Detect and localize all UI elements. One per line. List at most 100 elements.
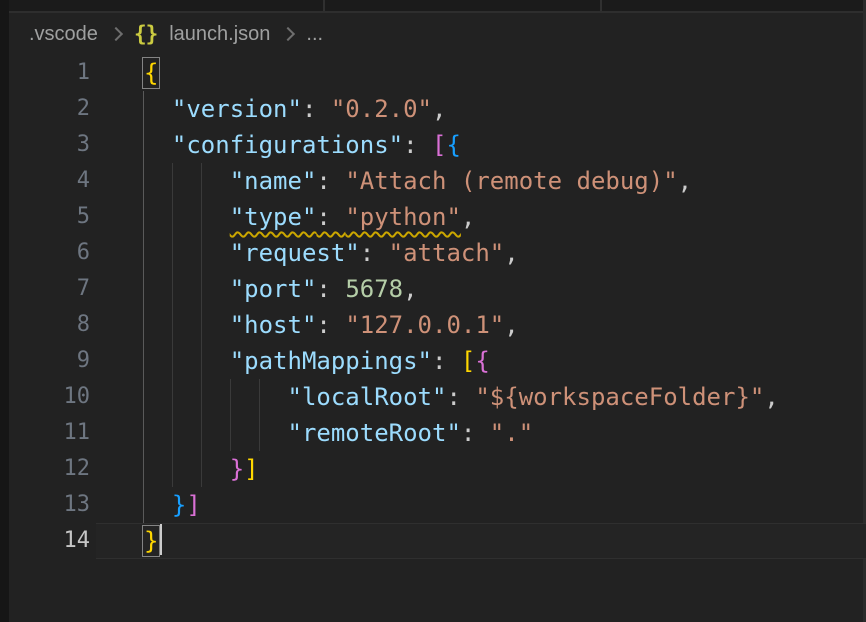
code-line-content[interactable]: "remoteRoot": "." <box>143 415 866 451</box>
line-number-6[interactable]: 6 <box>9 235 90 271</box>
token: , <box>504 239 518 267</box>
token: } <box>143 526 159 556</box>
indent-whitespace <box>143 131 172 159</box>
indent-whitespace <box>143 383 288 411</box>
line-number-14[interactable]: 14 <box>9 523 90 559</box>
token: "pathMappings" <box>230 347 432 375</box>
code-line-content[interactable]: "name": "Attach (remote debug)", <box>143 163 866 199</box>
code-line-content[interactable]: "configurations": [{ <box>143 127 866 163</box>
token: : <box>316 167 345 195</box>
code-line-12[interactable]: 12 }] <box>9 451 866 487</box>
line-number-2[interactable]: 2 <box>9 91 90 127</box>
code-line-7[interactable]: 7 "port": 5678, <box>9 271 866 307</box>
code-line-content[interactable]: }] <box>143 487 866 523</box>
code-line-1[interactable]: 1{ <box>9 55 866 91</box>
indent-guide <box>201 415 202 451</box>
token: "${workspaceFolder}" <box>475 383 764 411</box>
indent-guide <box>201 307 202 343</box>
code-line-9[interactable]: 9 "pathMappings": [{ <box>9 343 866 379</box>
token: "request" <box>230 239 360 267</box>
code-line-content[interactable]: "port": 5678, <box>143 271 866 307</box>
indent-guide <box>259 415 260 451</box>
line-number-4[interactable]: 4 <box>9 163 90 199</box>
indent-guide <box>201 271 202 307</box>
token: } <box>230 455 244 483</box>
token: [ <box>461 347 475 375</box>
line-number-9[interactable]: 9 <box>9 343 90 379</box>
code-line-14[interactable]: 14} <box>9 523 866 559</box>
token: } <box>172 491 186 519</box>
indent-guide <box>143 307 144 343</box>
text-cursor <box>160 524 162 555</box>
indent-guide <box>201 199 202 235</box>
token: , <box>764 383 778 411</box>
code-line-3[interactable]: 3 "configurations": [{ <box>9 127 866 163</box>
line-number-12[interactable]: 12 <box>9 451 90 487</box>
breadcrumb: .vscode {} launch.json ... <box>29 20 323 48</box>
line-number-5[interactable]: 5 <box>9 199 90 235</box>
json-braces-icon: {} <box>134 22 157 46</box>
code-line-6[interactable]: 6 "request": "attach", <box>9 235 866 271</box>
line-number-7[interactable]: 7 <box>9 271 90 307</box>
token: "port" <box>230 275 317 303</box>
code-line-content[interactable]: "version": "0.2.0", <box>143 91 866 127</box>
indent-whitespace <box>143 311 230 339</box>
token: { <box>446 131 460 159</box>
indent-guide <box>230 379 231 415</box>
code-line-content[interactable]: "request": "attach", <box>143 235 866 271</box>
code-line-4[interactable]: 4 "name": "Attach (remote debug)", <box>9 163 866 199</box>
token: "host" <box>230 311 317 339</box>
token: , <box>403 275 417 303</box>
code-line-content[interactable]: { <box>143 55 866 91</box>
token: "Attach (remote debug)" <box>345 167 677 195</box>
window-left-edge <box>0 0 9 622</box>
code-line-11[interactable]: 11 "remoteRoot": "." <box>9 415 866 451</box>
code-line-5[interactable]: 5 "type": "python", <box>9 199 866 235</box>
code-line-13[interactable]: 13 }] <box>9 487 866 523</box>
indent-guide <box>143 379 144 415</box>
indent-whitespace <box>143 347 230 375</box>
tab-separator <box>323 0 325 11</box>
line-number-8[interactable]: 8 <box>9 307 90 343</box>
breadcrumb-file[interactable]: launch.json <box>169 23 270 46</box>
code-line-8[interactable]: 8 "host": "127.0.0.1", <box>9 307 866 343</box>
code-line-content[interactable]: "pathMappings": [{ <box>143 343 866 379</box>
token: : <box>302 95 331 123</box>
code-line-content[interactable]: }] <box>143 451 866 487</box>
token: , <box>432 95 446 123</box>
code-line-content[interactable]: "host": "127.0.0.1", <box>143 307 866 343</box>
code-editor[interactable]: 1{2 "version": "0.2.0",3 "configurations… <box>9 55 866 559</box>
line-number-3[interactable]: 3 <box>9 127 90 163</box>
indent-guide <box>172 379 173 415</box>
code-line-content[interactable]: "type": "python", <box>143 199 866 235</box>
warning-squiggle: "type": "python" <box>230 203 461 231</box>
indent-guide <box>201 163 202 199</box>
token: "version" <box>172 95 302 123</box>
token: : <box>446 383 475 411</box>
indent-guide <box>143 199 144 235</box>
token: : <box>432 347 461 375</box>
line-number-11[interactable]: 11 <box>9 415 90 451</box>
indent-guide <box>143 415 144 451</box>
code-line-content[interactable]: "localRoot": "${workspaceFolder}", <box>143 379 866 415</box>
chevron-right-icon <box>281 27 295 41</box>
token: "name" <box>230 167 317 195</box>
breadcrumb-folder[interactable]: .vscode <box>29 23 98 46</box>
token: { <box>475 347 489 375</box>
tab-bar[interactable] <box>9 0 866 13</box>
indent-guide <box>143 487 144 523</box>
indent-guide <box>143 91 144 127</box>
line-number-10[interactable]: 10 <box>9 379 90 415</box>
line-number-13[interactable]: 13 <box>9 487 90 523</box>
breadcrumb-symbol-ellipsis[interactable]: ... <box>306 23 323 46</box>
line-number-1[interactable]: 1 <box>9 55 90 91</box>
indent-guide <box>172 451 173 487</box>
code-line-10[interactable]: 10 "localRoot": "${workspaceFolder}", <box>9 379 866 415</box>
indent-guide <box>143 343 144 379</box>
code-line-content[interactable]: } <box>143 523 866 559</box>
token: : <box>360 239 389 267</box>
indent-guide <box>172 235 173 271</box>
code-line-2[interactable]: 2 "version": "0.2.0", <box>9 91 866 127</box>
token: "attach" <box>389 239 505 267</box>
indent-whitespace <box>143 167 230 195</box>
